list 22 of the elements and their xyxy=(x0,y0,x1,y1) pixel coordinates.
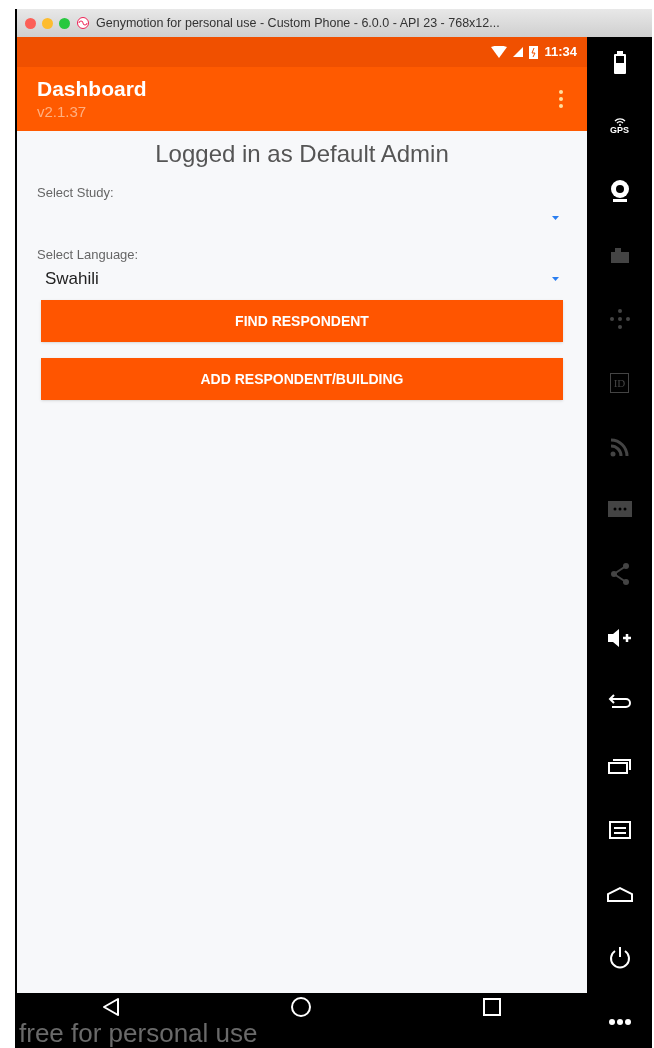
field-label: Select Study: xyxy=(37,184,115,202)
status-time: 11:34 xyxy=(544,43,577,62)
back-icon[interactable] xyxy=(102,997,120,1017)
action-button[interactable]: FIND RESPONDENT xyxy=(41,300,563,342)
window-title: Genymotion for personal use - Custom Phone - 6.0.0 - API 23 - 768x12... xyxy=(96,14,500,32)
dropdown-arrow-icon xyxy=(552,215,559,220)
app-version: v2.1.37 xyxy=(37,102,88,122)
action-button[interactable]: ADD RESPONDENT/BUILDING xyxy=(41,358,563,400)
home-icon[interactable] xyxy=(290,996,312,1018)
field-label: Select Language: xyxy=(37,245,140,264)
logged-in-heading: Logged in as Default Admin xyxy=(155,139,449,169)
gps-button[interactable]: GPS xyxy=(599,106,640,147)
wifi-icon xyxy=(613,118,626,127)
cell-signal-icon xyxy=(513,47,524,57)
dropdown-field[interactable]: Swahili xyxy=(37,266,567,292)
recent-apps-icon[interactable] xyxy=(482,997,502,1017)
app-logo-icon xyxy=(76,17,90,29)
personal-use-overlay: free for personal use xyxy=(19,1018,258,1048)
battery-icon xyxy=(529,45,539,59)
dropdown-arrow-icon xyxy=(552,277,559,281)
app-bar-title: Dashboard xyxy=(37,76,147,102)
wifi-icon xyxy=(491,46,508,58)
